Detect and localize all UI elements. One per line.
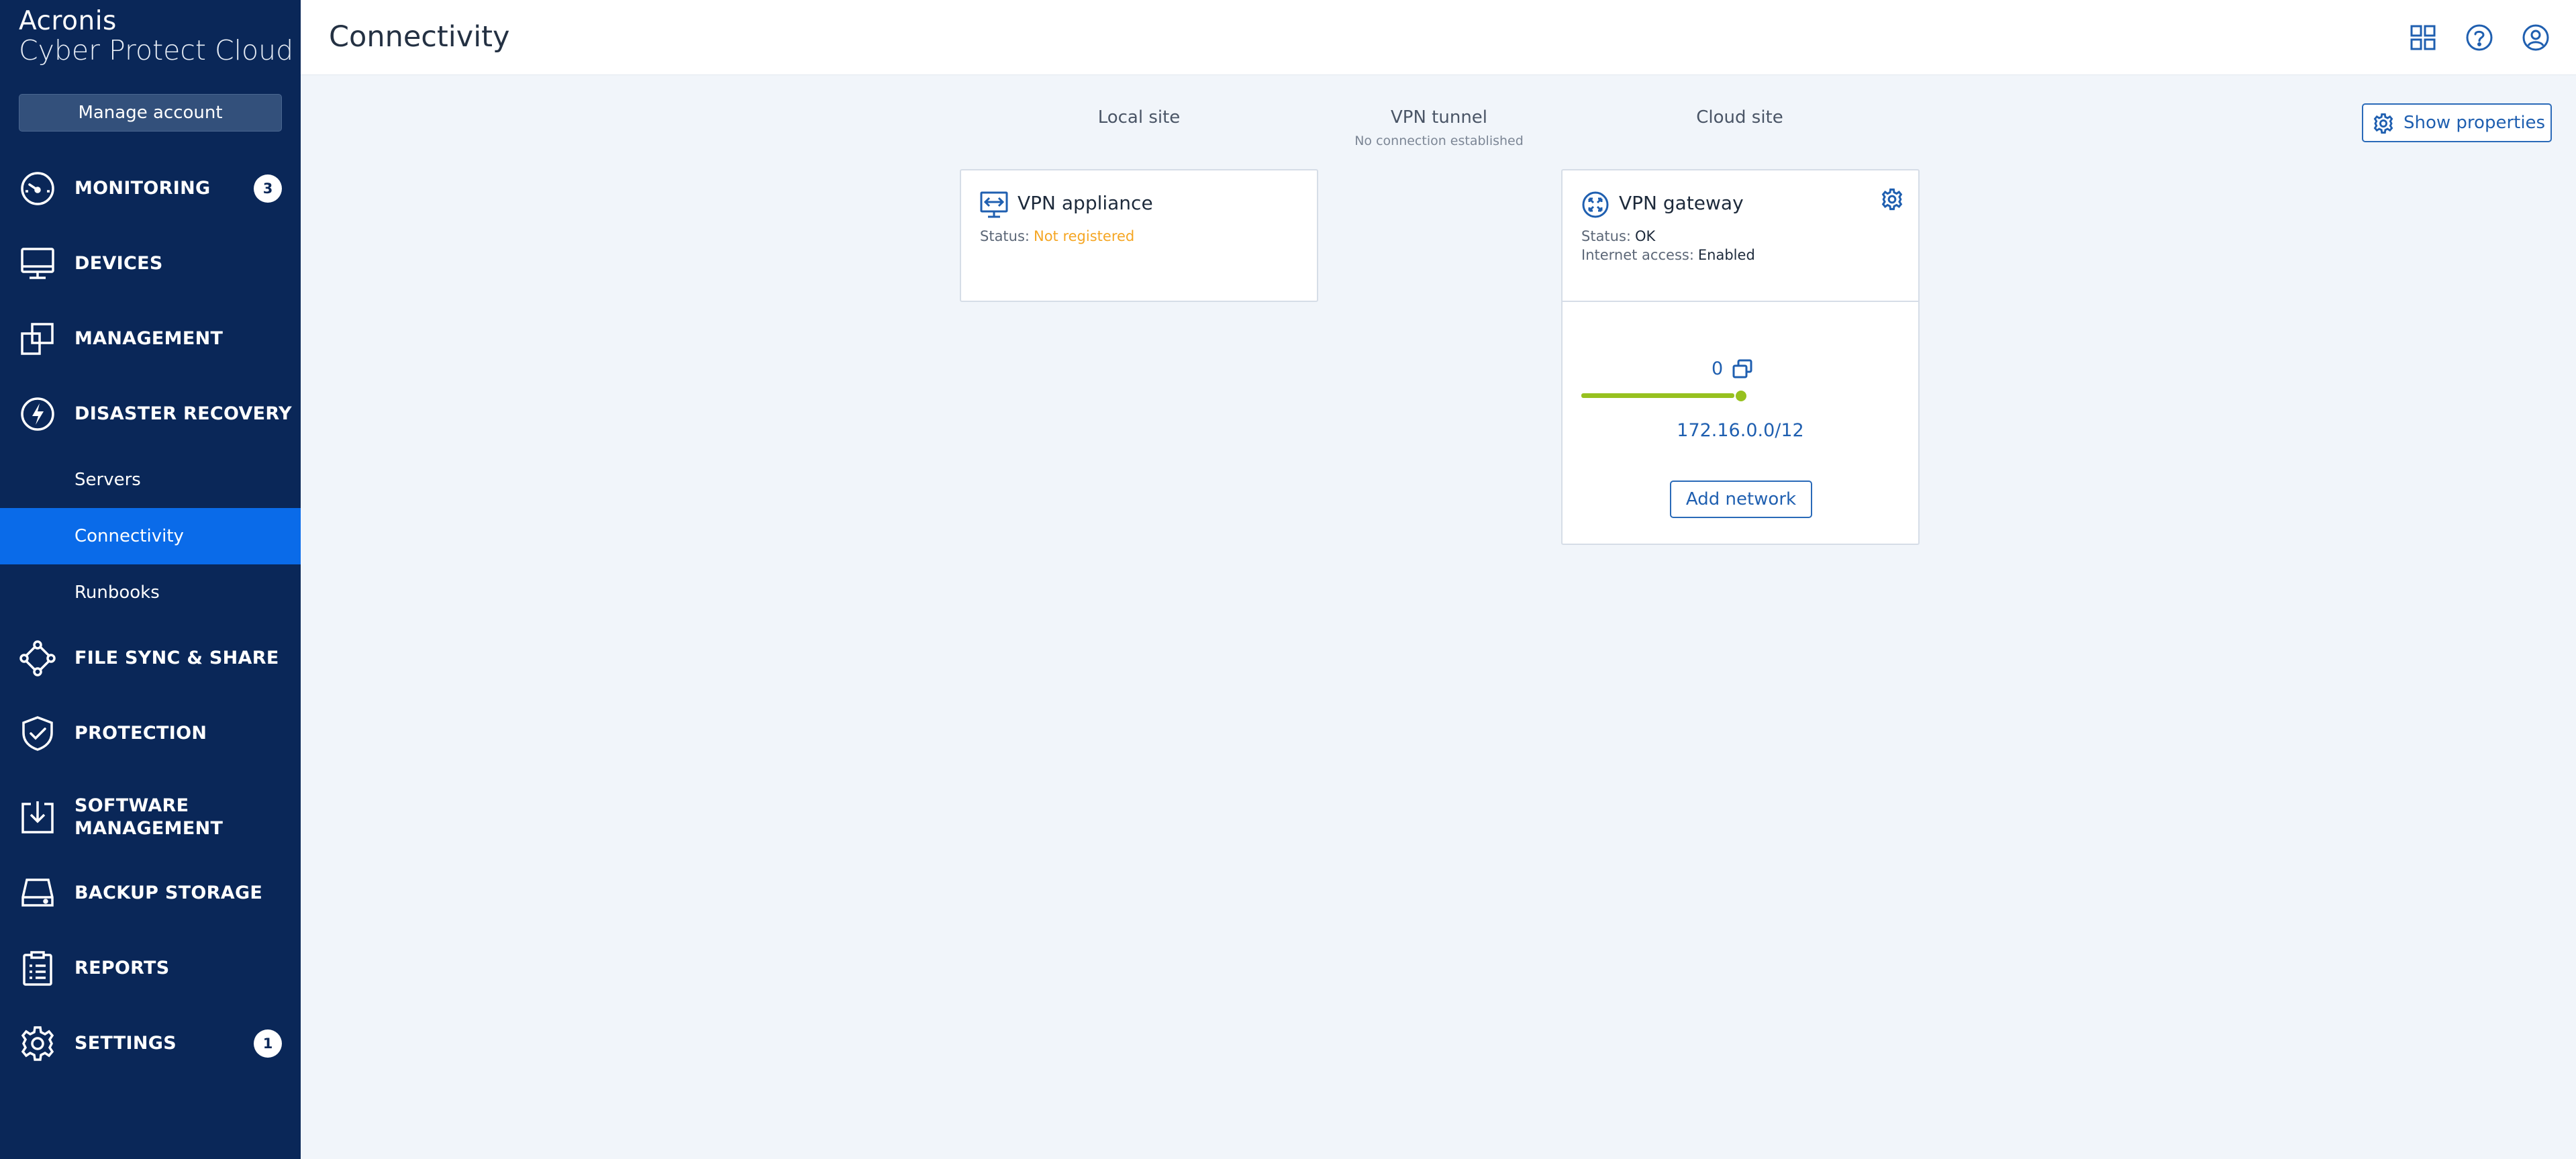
sidebar-subitem-connectivity[interactable]: Connectivity (0, 508, 301, 564)
stacked-squares-icon (19, 320, 56, 358)
sidebar-item-label: MONITORING (75, 178, 211, 199)
vpn-gateway-icon (1581, 191, 1609, 221)
brand-product: Cyber Protect Cloud (19, 34, 294, 66)
network-link-dot (1736, 391, 1746, 401)
sidebar-item-label: FILE SYNC & SHARE (75, 648, 279, 668)
internet-value: Enabled (1697, 247, 1755, 263)
page-title: Connectivity (329, 20, 510, 54)
show-properties-button[interactable]: Show properties (2362, 103, 2552, 142)
gauge-icon (19, 170, 56, 207)
notification-badge: 3 (254, 174, 282, 203)
vpn-appliance-status: Status: Not registered (980, 228, 1135, 244)
sidebar-item-label: DISASTER RECOVERY (75, 403, 292, 424)
sidebar: Acronis Cyber Protect Cloud Manage accou… (0, 0, 301, 1159)
monitor-icon (19, 245, 56, 283)
vpn-appliance-icon (980, 191, 1008, 221)
card-divider (1563, 301, 1918, 302)
sidebar-item-file-sync-share[interactable]: FILE SYNC & SHARE (0, 628, 301, 689)
gear-icon (19, 1025, 56, 1062)
sidebar-item-management[interactable]: MANAGEMENT (0, 309, 301, 369)
sidebar-item-reports[interactable]: REPORTS (0, 938, 301, 999)
vpn-gateway-card: VPN gateway Status: OK Internet access: En… (1561, 169, 1920, 545)
sidebar-subitem-label: Runbooks (75, 583, 160, 603)
vpn-appliance-card[interactable]: VPN appliance Status: Not registered (960, 169, 1318, 302)
notification-badge: 1 (254, 1029, 282, 1058)
status-value: OK (1635, 228, 1656, 244)
sidebar-item-monitoring[interactable]: MONITORING 3 (0, 158, 301, 219)
sidebar-item-backup-storage[interactable]: BACKUP STORAGE (0, 863, 301, 923)
vpn-gateway-status: Status: OK (1581, 228, 1656, 244)
network-link-line (1581, 393, 1734, 398)
local-site-heading: Local site (1097, 107, 1181, 128)
grid-icon[interactable] (2407, 21, 2439, 54)
sidebar-item-settings[interactable]: SETTINGS 1 (0, 1013, 301, 1074)
sidebar-subitem-label: Servers (75, 470, 141, 490)
networks-icon[interactable] (1732, 358, 1753, 383)
gateway-settings-icon[interactable] (1881, 188, 1903, 213)
sidebar-item-protection[interactable]: PROTECTION (0, 703, 301, 764)
clipboard-icon (19, 950, 56, 987)
help-icon[interactable] (2463, 21, 2495, 54)
sidebar-item-label: BACKUP STORAGE (75, 883, 263, 903)
shield-icon (19, 715, 56, 752)
share-nodes-icon (19, 640, 56, 677)
sidebar-item-label: REPORTS (75, 958, 170, 978)
show-properties-label: Show properties (2404, 113, 2546, 133)
vpn-gateway-internet: Internet access: Enabled (1581, 247, 1755, 263)
top-header: Connectivity (301, 0, 2576, 75)
network-ip-link[interactable]: 172.16.0.0/12 (1563, 420, 1918, 441)
manage-account-button[interactable]: Manage account (19, 94, 282, 132)
sidebar-item-disaster-recovery[interactable]: DISASTER RECOVERY (0, 384, 301, 444)
brand-logo: Acronis Cyber Protect Cloud (19, 8, 293, 64)
add-network-button[interactable]: Add network (1670, 481, 1812, 518)
network-count: 0 (1712, 358, 1724, 379)
sidebar-subitem-label: Connectivity (75, 526, 184, 546)
drive-icon (19, 874, 56, 912)
user-icon[interactable] (2520, 21, 2552, 54)
sidebar-item-label: SOFTWARE MANAGEMENT (75, 795, 224, 839)
status-value: Not registered (1034, 228, 1135, 244)
vpn-appliance-title: VPN appliance (1018, 192, 1153, 214)
sidebar-subitem-servers[interactable]: Servers (0, 452, 301, 508)
sidebar-item-label: DEVICES (75, 253, 163, 274)
sidebar-item-label: MANAGEMENT (75, 328, 224, 349)
sidebar-item-label: SETTINGS (75, 1033, 177, 1054)
brand-name: Acronis (19, 6, 117, 36)
sidebar-item-devices[interactable]: DEVICES (0, 234, 301, 294)
sidebar-item-software-management[interactable]: SOFTWARE MANAGEMENT (0, 784, 301, 851)
sidebar-item-label: PROTECTION (75, 723, 207, 744)
sidebar-subitem-runbooks[interactable]: Runbooks (0, 564, 301, 621)
vpn-gateway-title: VPN gateway (1619, 192, 1744, 214)
download-box-icon (19, 799, 56, 836)
vpn-tunnel-heading: VPN tunnel (1390, 107, 1488, 128)
vpn-tunnel-status: No connection established (1354, 134, 1524, 148)
lightning-icon (19, 395, 56, 433)
cloud-site-heading: Cloud site (1696, 107, 1783, 128)
gear-icon (2373, 113, 2394, 139)
